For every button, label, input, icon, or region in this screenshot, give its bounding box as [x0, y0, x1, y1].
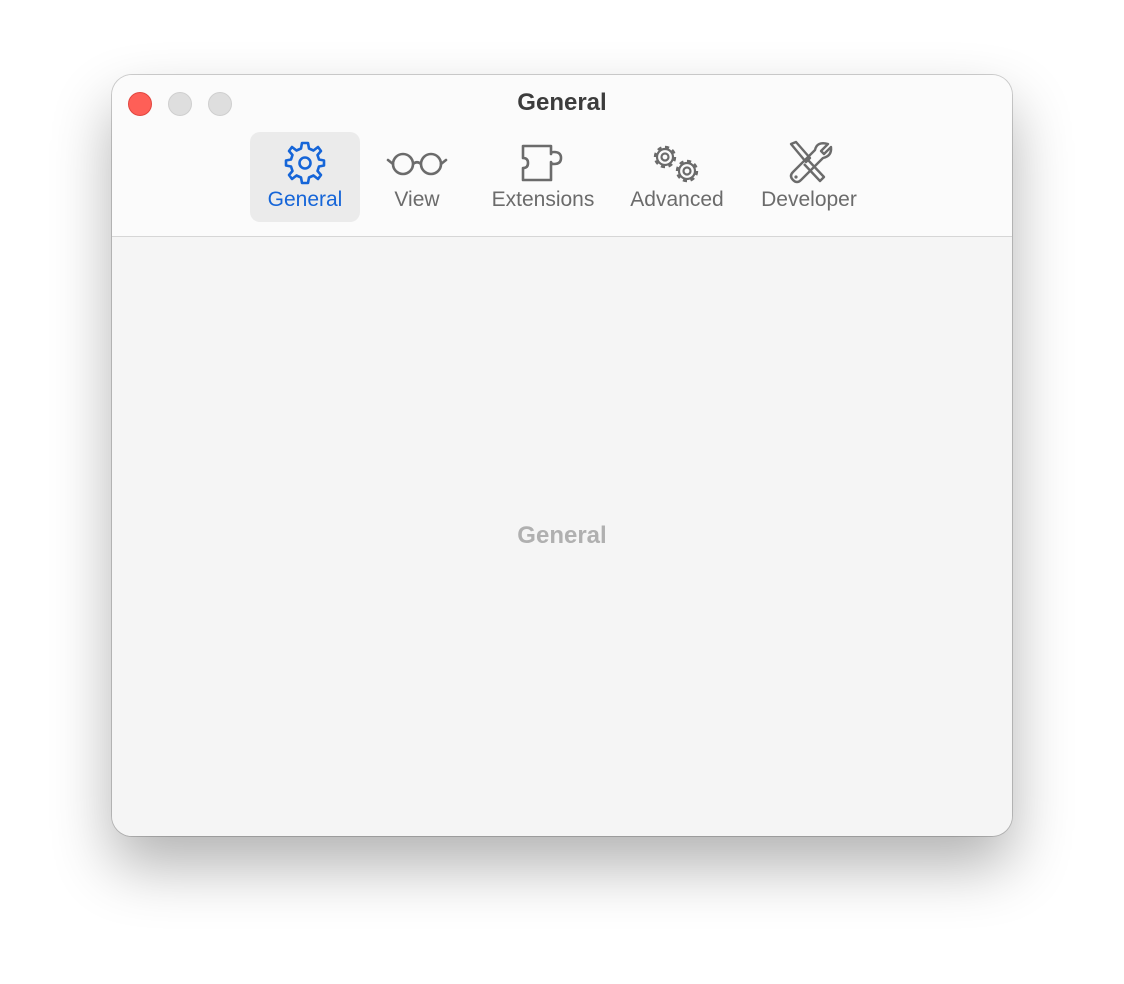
gears-icon	[619, 140, 735, 186]
gear-icon	[250, 140, 360, 186]
puzzle-piece-icon	[477, 140, 609, 186]
tab-developer-label: Developer	[761, 188, 857, 211]
tab-view-label: View	[394, 188, 440, 211]
tab-general-label: General	[267, 188, 343, 211]
tab-general[interactable]: General	[250, 132, 360, 222]
content-placeholder: General	[517, 522, 607, 549]
content-pane: General	[112, 237, 1012, 836]
window-title: General	[517, 89, 607, 116]
tab-view[interactable]: View	[367, 132, 467, 222]
preferences-window: General General View Extensions Advanced…	[112, 75, 1012, 836]
tab-extensions[interactable]: Extensions	[477, 132, 609, 222]
glasses-icon	[367, 140, 467, 186]
tab-extensions-label: Extensions	[491, 188, 595, 211]
tab-developer[interactable]: Developer	[745, 132, 873, 222]
wrench-screwdriver-icon	[745, 140, 873, 186]
titlebar-toolbar: General General View Extensions Advanced…	[112, 75, 1012, 237]
tab-advanced-label: Advanced	[630, 188, 724, 211]
tab-advanced[interactable]: Advanced	[619, 132, 735, 222]
